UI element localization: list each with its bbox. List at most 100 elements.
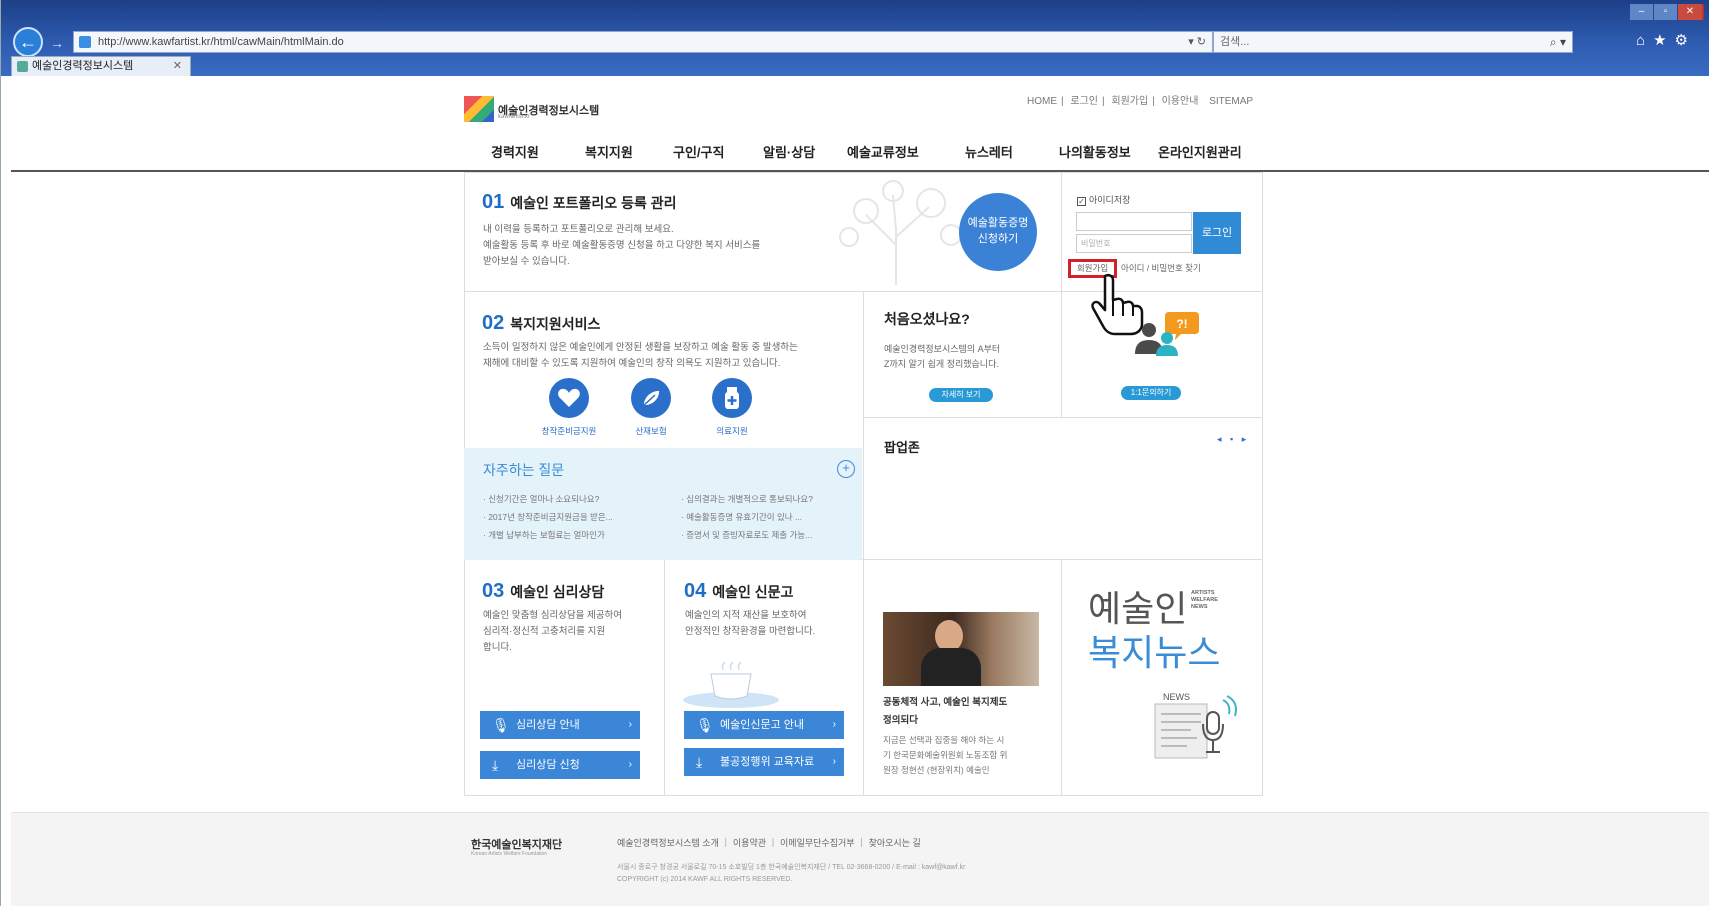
divider	[863, 291, 864, 796]
browser-tab[interactable]: 예술인경력정보시스템 ✕	[11, 56, 191, 76]
faq-item-text[interactable]: 신청기간은 얼마나 소요되나요?	[488, 494, 599, 504]
footer-link-about[interactable]: 예술인경력정보시스템 소개	[617, 838, 719, 848]
faq-item[interactable]: · 심의결과는 개별적으로 통보되나요?	[681, 493, 813, 505]
chevron-right-icon: ›	[628, 759, 632, 770]
password-input[interactable]: 비밀번호	[1076, 234, 1192, 253]
faq-item[interactable]: · 2017년 창작준비금지원금을 받은...	[483, 511, 613, 523]
first-visit-desc-line: 예술인경력정보시스템의 A부터	[884, 344, 1001, 354]
nav-jobs[interactable]: 구인/구직	[673, 142, 724, 161]
minimize-icon[interactable]: –	[1630, 4, 1654, 20]
creative-fund-label[interactable]: 창작준비금지원	[531, 425, 607, 437]
faq-item-text[interactable]: 심의결과는 개별적으로 통보되나요?	[686, 494, 813, 504]
home-icon[interactable]: ⌂	[1636, 32, 1653, 49]
sec03-desc: 예술인 맞춤형 심리상담을 제공하여 심리적·정신적 고충처리를 지원 합니다.	[483, 608, 622, 656]
news-headline-line[interactable]: 공동체적 사고, 예술인 복지제도	[883, 694, 1007, 712]
sec03-desc-line: 예술인 맞춤형 심리상담을 제공하여	[483, 610, 623, 621]
insurance-label[interactable]: 산재보험	[621, 425, 681, 437]
util-sitemap-link[interactable]: SITEMAP	[1209, 96, 1253, 107]
microphone-icon: 🎙	[696, 717, 714, 733]
medical-icon	[725, 387, 739, 409]
popup-pager[interactable]: ◂ ▪ ▸	[1217, 434, 1249, 445]
faq-item-text[interactable]: 예술활동증명 유효기간이 있나 ...	[686, 512, 802, 522]
maximize-icon[interactable]: ▫	[1654, 4, 1678, 20]
tab-close-icon[interactable]: ✕	[173, 57, 182, 75]
one-on-one-inquiry-button[interactable]: 1:1문의하기	[1121, 386, 1181, 400]
medical-support-button[interactable]	[712, 378, 752, 418]
counseling-info-button[interactable]: 🎙 심리상담 안내 ›	[480, 711, 640, 739]
search-icon[interactable]: ⌕ ▾	[1550, 32, 1566, 52]
petition-info-button[interactable]: 🎙 예술인신문고 안내 ›	[684, 711, 844, 739]
forward-arrow-icon[interactable]: →	[47, 33, 67, 53]
nav-my-activity[interactable]: 나의활동정보	[1059, 142, 1131, 161]
nav-exchange[interactable]: 예술교류정보	[847, 142, 919, 161]
faq-item-text[interactable]: 개별 납부하는 보험료는 얼마인가	[488, 530, 605, 540]
save-id-checkbox[interactable]: ✓ 아이디저장	[1077, 193, 1130, 206]
nav-career[interactable]: 경력지원	[491, 142, 539, 161]
search-placeholder: 검색...	[1220, 36, 1250, 48]
counseling-apply-button[interactable]: ⤓ 심리상담 신청 ›	[480, 751, 640, 779]
divider	[1061, 559, 1062, 796]
nav-newsletter[interactable]: 뉴스레터	[965, 142, 1013, 161]
browser-search-input[interactable]: 검색... ⌕ ▾	[1213, 31, 1573, 53]
util-join-link[interactable]: 회원가입	[1111, 96, 1148, 107]
news-summary-line: 원장 정현선 (현장위치) 예술인	[883, 765, 990, 775]
news-summary-line: 지금은 선택과 집중을 해야 하는 시	[883, 735, 1005, 745]
news-headline-line[interactable]: 정의되다	[883, 712, 1007, 730]
logo-mark-icon	[464, 96, 494, 122]
brand-tag-line: WELFARE	[1191, 597, 1218, 603]
detail-view-button[interactable]: 자세히 보기	[929, 388, 993, 402]
tab-favicon-icon	[17, 61, 28, 72]
site-logo[interactable]: 예술인경력정보시스템 kawfartist.kr	[464, 96, 624, 122]
faq-more-plus-icon[interactable]: +	[837, 460, 855, 478]
browser-chrome: – ▫ ✕ ← → http://www.kawfartist.kr/html/…	[1, 0, 1709, 76]
sec01-desc-line: 예술활동 등록 후 바로 예술활동증명 신청을 하고 다양한 복지 서비스를	[483, 240, 761, 251]
faq-item-text[interactable]: 2017년 창작준비금지원금을 받은...	[488, 512, 613, 522]
util-login-link[interactable]: 로그인	[1070, 96, 1098, 107]
faq-item[interactable]: · 예술활동증명 유효기간이 있나 ...	[681, 511, 802, 523]
footer-link-directions[interactable]: 찾아오시는 길	[869, 838, 921, 848]
microphone-icon: 🎙	[492, 717, 510, 733]
login-button[interactable]: 로그인	[1193, 212, 1241, 254]
brand-tag-line: ARTISTS	[1191, 590, 1215, 596]
tab-title: 예술인경력정보시스템	[32, 60, 134, 72]
checkbox-checked-icon[interactable]: ✓	[1077, 197, 1086, 206]
util-guide-link[interactable]: 이용안내	[1162, 96, 1199, 107]
brand-tag-line: NEWS	[1191, 604, 1208, 610]
activity-cert-apply-button[interactable]: 예술활동증명 신청하기	[959, 193, 1037, 271]
faq-item[interactable]: · 증명서 및 증빙자료로도 제출 가능...	[681, 529, 812, 541]
medical-label[interactable]: 의료지원	[701, 425, 763, 437]
chevron-right-icon: ›	[832, 719, 836, 730]
petition-info-label: 예술인신문고 안내	[720, 719, 805, 731]
sec02-desc-line: 소득이 일정하지 않은 예술인에게 안정된 생활을 보장하고 예술 활동 중 발…	[483, 342, 798, 353]
gear-icon[interactable]: ⚙	[1675, 32, 1696, 49]
creative-fund-button[interactable]	[549, 378, 589, 418]
nav-notice[interactable]: 알림·상담	[763, 142, 815, 161]
footer-link-email-refusal[interactable]: 이메일무단수집거부	[780, 838, 855, 848]
industrial-insurance-button[interactable]	[631, 378, 671, 418]
back-arrow-icon[interactable]: ←	[13, 27, 43, 57]
faq-item-text[interactable]: 증명서 및 증빙자료로도 제출 가능...	[686, 530, 812, 540]
unfair-practice-material-button[interactable]: ⤓ 불공정행위 교육자료 ›	[684, 748, 844, 776]
util-home-link[interactable]: HOME	[1027, 96, 1057, 107]
sec03-title-text: 예술인 심리상담	[510, 584, 605, 600]
id-input[interactable]	[1076, 212, 1192, 231]
faq-item[interactable]: · 신청기간은 얼마나 소요되나요?	[483, 493, 599, 505]
faq-title: 자주하는 질문	[483, 462, 565, 478]
nav-online-support[interactable]: 온라인지원관리	[1158, 142, 1242, 161]
sec01-title: 01 예술인 포트폴리오 등록 관리	[482, 191, 676, 214]
favorites-star-icon[interactable]: ★	[1653, 32, 1674, 49]
address-bar[interactable]: http://www.kawfartist.kr/html/cawMain/ht…	[73, 31, 1213, 53]
news-headline[interactable]: 공동체적 사고, 예술인 복지제도 정의되다	[883, 694, 1007, 730]
faq-item[interactable]: · 개별 납부하는 보험료는 얼마인가	[483, 529, 605, 541]
news-summary: 지금은 선택과 집중을 해야 하는 시 기 한국문화예술위원회 노동조합 위 원…	[883, 733, 1007, 778]
nav-welfare[interactable]: 복지지원	[585, 142, 633, 161]
news-photo[interactable]	[883, 612, 1039, 686]
unfair-practice-label: 불공정행위 교육자료	[720, 756, 815, 768]
close-window-icon[interactable]: ✕	[1678, 4, 1702, 20]
refresh-icon[interactable]: ▾ ↻	[1188, 32, 1206, 52]
welfare-news-title-line2: 복지뉴스	[1088, 632, 1221, 673]
photo-person-body	[921, 648, 981, 686]
footer-link-terms[interactable]: 이용약관	[733, 838, 766, 848]
tree-decoration-icon	[839, 180, 962, 285]
sec01-desc-line: 받아보실 수 있습니다.	[483, 256, 570, 267]
